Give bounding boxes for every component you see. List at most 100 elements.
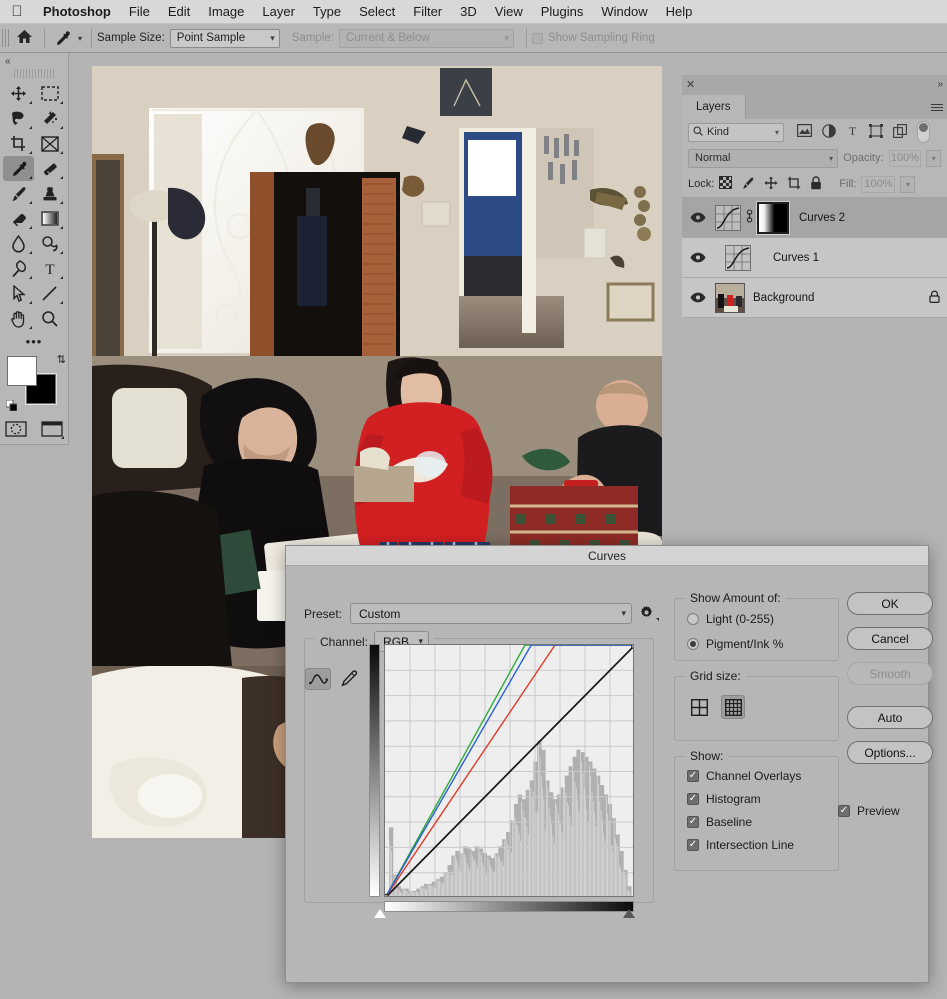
lock-position-icon[interactable]: [764, 176, 778, 193]
close-icon[interactable]: ✕: [686, 78, 695, 91]
menu-type[interactable]: Type: [304, 0, 350, 24]
fill-stepper-chevron-icon[interactable]: ▾: [900, 175, 916, 193]
show-baseline-checkbox[interactable]: [687, 816, 699, 828]
tools-panel-grip[interactable]: [14, 69, 54, 78]
type-tool[interactable]: T: [34, 256, 65, 281]
show-intersection-line-row[interactable]: Intersection Line: [687, 838, 838, 852]
layer-name[interactable]: Curves 2: [789, 212, 947, 224]
show-sampling-ring-checkbox[interactable]: [531, 32, 543, 44]
clone-stamp-tool[interactable]: [34, 181, 65, 206]
default-colors-icon[interactable]: [5, 399, 18, 412]
lock-image-icon[interactable]: [741, 176, 755, 193]
lock-all-icon[interactable]: [810, 175, 822, 193]
lock-transparency-icon[interactable]: [719, 176, 733, 192]
grid-quarter-tones-icon[interactable]: [689, 697, 709, 717]
eraser-tool[interactable]: [3, 206, 34, 231]
hand-tool[interactable]: [3, 306, 34, 331]
menu-filter[interactable]: Filter: [404, 0, 451, 24]
eyedropper-tool[interactable]: [3, 156, 34, 181]
layer-visibility-eye-icon[interactable]: [682, 252, 713, 263]
opacity-value[interactable]: 100%: [888, 149, 922, 167]
menu-3d[interactable]: 3D: [451, 0, 486, 24]
curves-graph[interactable]: [384, 644, 634, 897]
fill-value[interactable]: 100%: [861, 175, 896, 193]
path-selection-tool[interactable]: [3, 281, 34, 306]
move-tool[interactable]: [3, 81, 34, 106]
dodge-tool[interactable]: [34, 231, 65, 256]
ok-button[interactable]: OK: [847, 592, 933, 615]
menu-image[interactable]: Image: [199, 0, 253, 24]
curve-point-tool-icon[interactable]: [305, 668, 331, 690]
auto-button[interactable]: Auto: [847, 706, 933, 729]
sample-size-select[interactable]: Point Sample ▾: [169, 28, 280, 48]
pixel-filter-icon[interactable]: [797, 124, 813, 140]
menu-help[interactable]: Help: [657, 0, 702, 24]
layer-name[interactable]: Curves 1: [751, 252, 947, 264]
rectangular-marquee-tool[interactable]: [34, 81, 65, 106]
gradient-tool[interactable]: [34, 206, 65, 231]
gear-icon[interactable]: [640, 605, 660, 622]
layer-visibility-eye-icon[interactable]: [682, 212, 713, 223]
ellipsis-icon[interactable]: •••: [3, 331, 65, 351]
tool-preset-chevron-icon[interactable]: ▾: [78, 34, 82, 43]
zoom-tool[interactable]: [34, 306, 65, 331]
radio-pigment-button[interactable]: [687, 638, 699, 650]
pen-tool[interactable]: [3, 256, 34, 281]
crop-tool[interactable]: [3, 131, 34, 156]
radio-pigment[interactable]: Pigment/Ink %: [687, 637, 838, 651]
blur-tool[interactable]: [3, 231, 34, 256]
type-filter-icon[interactable]: T: [846, 124, 859, 140]
lasso-tool[interactable]: [3, 106, 34, 131]
radio-light-button[interactable]: [687, 613, 699, 625]
grid-ten-percent-icon[interactable]: [721, 695, 745, 719]
show-channel-overlays-row[interactable]: Channel Overlays: [687, 769, 838, 783]
swap-colors-icon[interactable]: ⇅: [57, 353, 66, 366]
screen-mode-icon[interactable]: [38, 416, 66, 441]
smartobject-filter-icon[interactable]: [893, 123, 907, 141]
show-intersection-line-checkbox[interactable]: [687, 839, 699, 851]
active-tool-eyedropper-icon[interactable]: ▾: [50, 30, 86, 47]
preset-select[interactable]: Custom ▾: [350, 603, 633, 624]
frame-tool[interactable]: [34, 131, 65, 156]
lock-artboard-icon[interactable]: [787, 176, 801, 193]
healing-brush-tool[interactable]: [34, 156, 65, 181]
magic-wand-tool[interactable]: [34, 106, 65, 131]
background-layer-thumbnail[interactable]: [715, 282, 745, 313]
preview-row[interactable]: Preview: [838, 804, 900, 818]
foreground-color-swatch[interactable]: [7, 356, 37, 386]
table-row[interactable]: Curves 2: [682, 198, 947, 238]
pencil-tool-icon[interactable]: [337, 668, 361, 690]
sample-select[interactable]: Current & Below ▾: [338, 28, 514, 48]
show-histogram-row[interactable]: Histogram: [687, 792, 838, 806]
preview-checkbox[interactable]: [838, 805, 850, 817]
options-button[interactable]: Options...: [847, 741, 933, 764]
layer-mask-thumbnail[interactable]: [756, 200, 790, 235]
tools-collapse-icon[interactable]: «: [0, 53, 68, 69]
options-bar-grip[interactable]: [2, 29, 9, 47]
layer-name[interactable]: Background: [745, 292, 921, 304]
blend-mode-select[interactable]: Normal ▾: [688, 148, 839, 168]
show-baseline-row[interactable]: Baseline: [687, 815, 838, 829]
menu-view[interactable]: View: [486, 0, 532, 24]
layer-visibility-eye-icon[interactable]: [682, 292, 713, 303]
panel-menu-icon[interactable]: [931, 104, 943, 113]
menu-file[interactable]: File: [120, 0, 159, 24]
shape-filter-icon[interactable]: [869, 123, 883, 141]
double-chevron-right-icon[interactable]: »: [937, 79, 943, 90]
layer-mask-link-icon[interactable]: [744, 209, 754, 226]
brush-tool[interactable]: [3, 181, 34, 206]
line-shape-tool[interactable]: [34, 281, 65, 306]
apple-logo-icon[interactable]: : [0, 4, 34, 19]
menu-edit[interactable]: Edit: [159, 0, 199, 24]
menu-layer[interactable]: Layer: [253, 0, 304, 24]
filter-enable-toggle[interactable]: [917, 121, 930, 143]
quick-mask-icon[interactable]: [2, 416, 30, 441]
show-channel-overlays-checkbox[interactable]: [687, 770, 699, 782]
show-histogram-checkbox[interactable]: [687, 793, 699, 805]
menu-select[interactable]: Select: [350, 0, 404, 24]
curves-adjustment-thumbnail[interactable]: [725, 244, 751, 271]
adjustment-filter-icon[interactable]: [822, 123, 836, 141]
menu-window[interactable]: Window: [592, 0, 656, 24]
table-row[interactable]: Curves 1: [682, 238, 947, 278]
home-icon[interactable]: [9, 29, 39, 47]
